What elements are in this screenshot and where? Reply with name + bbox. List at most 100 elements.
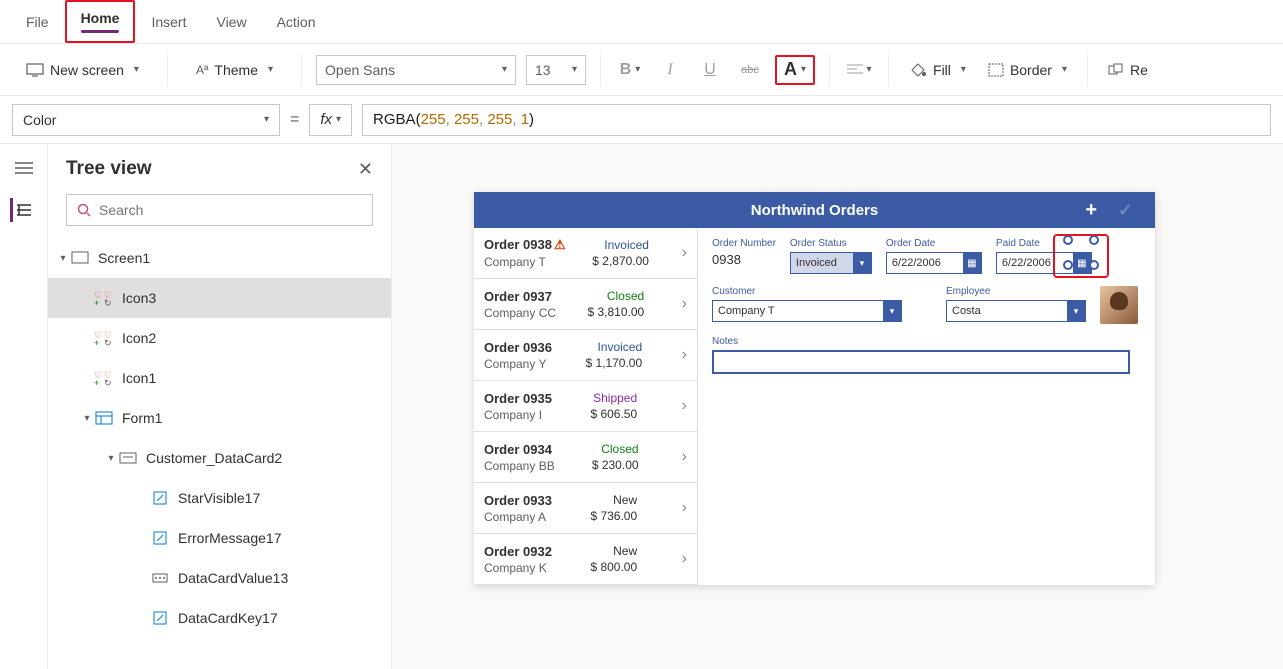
customer-select[interactable]: Company T▾ <box>712 300 902 322</box>
node-icon: ♡♡+↻ <box>94 368 114 388</box>
add-icon[interactable]: + <box>1085 199 1097 222</box>
node-label: StarVisible17 <box>178 490 260 506</box>
order-amount: $ 230.00 <box>592 458 639 472</box>
chevron-down-icon: ▾ <box>336 114 341 125</box>
fx-button[interactable]: fx ▾ <box>309 104 352 136</box>
order-status: Invoiced <box>604 238 649 252</box>
font-color-button[interactable]: A▾ <box>775 55 815 85</box>
order-row[interactable]: Order 0936Company YInvoiced$ 1,170.00› <box>474 330 697 381</box>
tree-node[interactable]: DataCardValue13 <box>48 558 391 598</box>
tree-node[interactable]: StarVisible17 <box>48 478 391 518</box>
italic-button[interactable]: I <box>655 55 685 85</box>
tree-node[interactable]: ♡♡+↻ Icon3 <box>48 278 391 318</box>
chevron-down-icon: ▾ <box>134 64 139 75</box>
employee-avatar <box>1100 286 1138 324</box>
property-select[interactable]: Color ▾ <box>12 104 280 136</box>
tree[interactable]: ▾Screen1 ♡♡+↻ Icon3 ♡♡+↻Icon2♡♡+↻Icon1 ▾ Form… <box>48 238 391 669</box>
order-row[interactable]: Order 0932Company KNew$ 800.00› <box>474 534 697 585</box>
employee-select[interactable]: Costa▾ <box>946 300 1086 322</box>
search-field[interactable] <box>99 202 362 218</box>
main-area: Tree view ✕ ▾Screen1♡♡+↻Icon3♡♡+↻Icon2♡♡… <box>0 144 1283 669</box>
align-button[interactable]: ▾ <box>844 55 874 85</box>
order-row[interactable]: Order 0933Company ANew$ 736.00› <box>474 483 697 534</box>
reorder-icon <box>1108 63 1124 77</box>
divider <box>829 54 830 86</box>
node-icon <box>150 608 170 628</box>
order-status-select[interactable]: Invoiced▾ <box>790 252 872 274</box>
calendar-icon: ▦ <box>1073 252 1091 274</box>
tab-file[interactable]: File <box>12 6 63 38</box>
tab-view[interactable]: View <box>202 6 260 38</box>
notes-input[interactable] <box>712 350 1130 374</box>
new-screen-button[interactable]: New screen ▾ <box>20 58 145 82</box>
formula-input[interactable]: RGBA(255, 255, 255, 1) <box>362 104 1271 136</box>
chevron-right-icon: › <box>682 550 687 568</box>
theme-button[interactable]: Aª Theme ▾ <box>190 58 279 82</box>
tree-node[interactable]: DataCardKey17 <box>48 598 391 638</box>
chevron-down-icon: ▾ <box>572 64 577 75</box>
tab-home[interactable]: Home <box>65 0 136 43</box>
order-status: New <box>613 493 637 507</box>
bold-button[interactable]: B▾ <box>615 55 645 85</box>
check-icon[interactable]: ✓ <box>1118 200 1133 221</box>
caret-icon: ▾ <box>80 413 94 424</box>
tree-node[interactable]: ▾Screen1 <box>48 238 391 278</box>
app-preview: Northwind Orders + ✓ Order 0938⚠Company … <box>474 192 1155 585</box>
reorder-button[interactable]: Re <box>1102 58 1154 82</box>
divider <box>888 54 889 86</box>
new-screen-label: New screen <box>50 62 124 78</box>
ribbon: New screen ▾ Aª Theme ▾ Open Sans ▾ 13 ▾… <box>0 44 1283 96</box>
svg-text:+: + <box>94 378 99 386</box>
field-label: Customer <box>712 286 902 297</box>
app-header: Northwind Orders + ✓ <box>474 192 1155 228</box>
order-name: Order 0938⚠ <box>484 237 566 253</box>
calendar-icon: ▦ <box>963 252 981 274</box>
order-form: Order Number 0938 Order Status Invoiced▾… <box>698 228 1155 585</box>
field-label: Order Status <box>790 238 872 249</box>
chevron-down-icon: ▾ <box>1062 64 1067 75</box>
chevron-right-icon: › <box>682 448 687 466</box>
order-row[interactable]: Order 0937Company CCClosed$ 3,810.00› <box>474 279 697 330</box>
paid-date-input[interactable]: 6/22/2006▦ <box>996 252 1092 274</box>
order-list[interactable]: Order 0938⚠Company TInvoiced$ 2,870.00›O… <box>474 228 698 585</box>
hamburger-icon[interactable] <box>12 156 36 180</box>
strikethrough-button[interactable]: abc <box>735 55 765 85</box>
node-label: Form1 <box>122 410 162 426</box>
fill-button[interactable]: Fill ▾ <box>903 58 972 82</box>
chevron-right-icon: › <box>682 499 687 517</box>
tree-node[interactable]: ▾Customer_DataCard2 <box>48 438 391 478</box>
search-input[interactable] <box>66 194 373 226</box>
order-date-input[interactable]: 6/22/2006▦ <box>886 252 982 274</box>
node-icon <box>150 488 170 508</box>
menu-bar: File Home Insert View Action <box>0 0 1283 44</box>
chevron-right-icon: › <box>682 346 687 364</box>
order-name: Order 0936 <box>484 340 552 355</box>
node-label: Icon3 <box>122 290 156 306</box>
order-amount: $ 736.00 <box>590 509 637 523</box>
node-icon <box>150 528 170 548</box>
order-row[interactable]: Order 0934Company BBClosed$ 230.00› <box>474 432 697 483</box>
tab-action[interactable]: Action <box>263 6 330 38</box>
border-button[interactable]: Border ▾ <box>982 58 1073 82</box>
font-name-select[interactable]: Open Sans ▾ <box>316 55 516 85</box>
warning-icon: ⚠ <box>554 237 566 252</box>
tab-insert[interactable]: Insert <box>137 6 200 38</box>
node-icon: ♡♡+↻ <box>94 288 114 308</box>
order-name: Order 0932 <box>484 544 552 559</box>
tree-node[interactable]: ♡♡+↻Icon2 <box>48 318 391 358</box>
formula-func: RGBA <box>373 111 416 128</box>
order-row[interactable]: Order 0935Company IShipped$ 606.50› <box>474 381 697 432</box>
font-size-select[interactable]: 13 ▾ <box>526 55 586 85</box>
close-icon[interactable]: ✕ <box>358 159 373 180</box>
chevron-down-icon: ▾ <box>635 64 640 75</box>
align-icon <box>847 63 863 77</box>
order-row[interactable]: Order 0938⚠Company TInvoiced$ 2,870.00› <box>474 228 697 279</box>
equals-label: = <box>290 111 299 129</box>
tree-node[interactable]: ErrorMessage17 <box>48 518 391 558</box>
tree-node[interactable]: ♡♡+↻Icon1 <box>48 358 391 398</box>
chevron-right-icon: › <box>682 397 687 415</box>
canvas[interactable]: Northwind Orders + ✓ Order 0938⚠Company … <box>392 144 1283 669</box>
tree-node[interactable]: ▾ Form1 <box>48 398 391 438</box>
underline-button[interactable]: U <box>695 55 725 85</box>
tree-view-icon[interactable] <box>10 198 34 222</box>
